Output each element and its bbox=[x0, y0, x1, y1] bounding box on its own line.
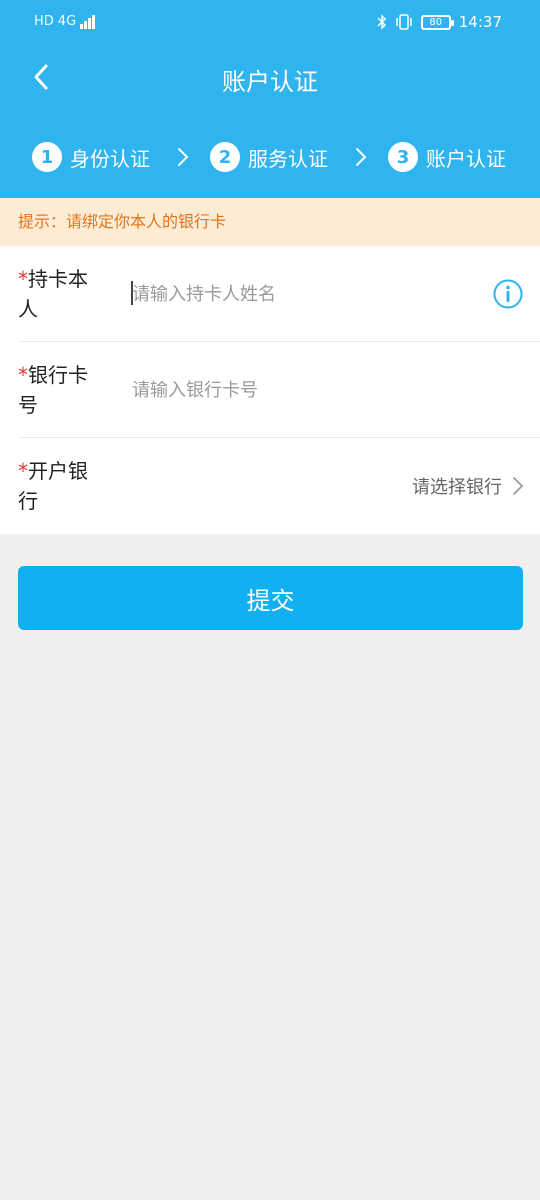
required-mark: * bbox=[18, 363, 28, 387]
field-label: *持卡本人 bbox=[18, 264, 104, 324]
status-time: 14:37 bbox=[458, 13, 502, 31]
bank-select-text: 请选择银行 bbox=[412, 477, 502, 498]
hd-icon: HD bbox=[34, 14, 54, 29]
info-icon[interactable] bbox=[492, 278, 524, 310]
step-service: 2 服务认证 bbox=[210, 140, 328, 174]
cardholder-name-input[interactable] bbox=[132, 276, 472, 312]
form-row-holder: *持卡本人 bbox=[0, 246, 540, 342]
card-number-input[interactable] bbox=[132, 372, 472, 408]
bluetooth-icon bbox=[377, 14, 386, 30]
step-label: 身份认证 bbox=[70, 146, 150, 171]
step-label: 服务认证 bbox=[248, 146, 328, 171]
signal-icon bbox=[80, 14, 96, 29]
bank-card-form: *持卡本人 *银行卡号 *开户银行 请选择银行 bbox=[0, 246, 540, 534]
step-identity: 1 身份认证 bbox=[32, 140, 150, 174]
step-account: 3 账户认证 bbox=[388, 140, 506, 174]
bank-label: 开户银行 bbox=[18, 459, 88, 513]
nav-bar: 账户认证 bbox=[0, 44, 540, 110]
step-number: 1 bbox=[32, 142, 62, 172]
form-row-bank[interactable]: *开户银行 请选择银行 bbox=[0, 438, 540, 534]
step-number: 3 bbox=[388, 142, 418, 172]
status-left: HD 4G bbox=[34, 14, 96, 29]
step-indicator: 1 身份认证 2 服务认证 3 账户认证 bbox=[0, 137, 540, 177]
page-title: 账户认证 bbox=[222, 68, 318, 96]
vibrate-icon bbox=[396, 14, 412, 30]
tip-banner: 提示：请绑定你本人的银行卡 bbox=[0, 198, 540, 246]
step-number: 2 bbox=[210, 142, 240, 172]
status-bar: HD 4G 80 14:37 bbox=[0, 0, 540, 44]
chevron-right-icon bbox=[178, 148, 189, 166]
bank-select[interactable]: 请选择银行 bbox=[412, 468, 524, 504]
header: HD 4G 80 14:37 账户认证 1 身份认证 2 服务认证 3 账户认证 bbox=[0, 0, 540, 198]
required-mark: * bbox=[18, 459, 28, 483]
status-right: 80 14:37 bbox=[377, 13, 502, 31]
required-mark: * bbox=[18, 267, 28, 291]
field-label: *银行卡号 bbox=[18, 360, 104, 420]
submit-button[interactable]: 提交 bbox=[18, 566, 523, 630]
network-4g-icon: 4G bbox=[57, 14, 77, 29]
field-label: *开户银行 bbox=[18, 456, 104, 516]
battery-icon: 80 bbox=[420, 14, 454, 30]
form-row-card: *银行卡号 bbox=[0, 342, 540, 438]
chevron-right-icon bbox=[356, 148, 367, 166]
holder-label: 持卡本人 bbox=[18, 267, 88, 321]
step-label: 账户认证 bbox=[426, 146, 506, 171]
card-label: 银行卡号 bbox=[18, 363, 88, 417]
chevron-right-icon bbox=[513, 477, 524, 495]
battery-level: 80 bbox=[429, 16, 443, 28]
